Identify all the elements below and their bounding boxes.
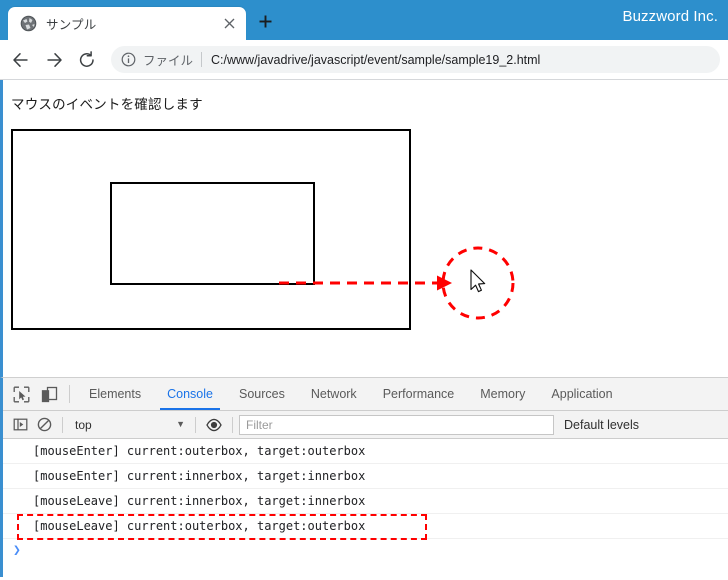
tab-strip: サンプル Buzzword Inc.	[0, 0, 728, 40]
tab-elements[interactable]: Elements	[76, 378, 154, 410]
console-message-text: [mouseLeave] current:innerbox, target:in…	[33, 494, 366, 508]
tab-label: Application	[551, 387, 613, 401]
browser-toolbar: ファイル C:/www/javadrive/javascript/event/s…	[0, 40, 728, 80]
tab-memory[interactable]: Memory	[467, 378, 538, 410]
innerbox[interactable]	[110, 182, 315, 285]
tab-performance[interactable]: Performance	[370, 378, 468, 410]
devtools-toolbar-divider	[69, 385, 70, 403]
tab-label: Sources	[238, 387, 285, 401]
brand-label: Buzzword Inc.	[622, 8, 718, 25]
console-message-row[interactable]: [mouseLeave] current:outerbox, target:ou…	[3, 514, 728, 539]
console-message-row[interactable]: [mouseEnter] current:innerbox, target:in…	[3, 464, 728, 489]
reload-icon[interactable]	[72, 45, 102, 75]
tab-label: Console	[167, 387, 213, 401]
clear-console-icon[interactable]	[32, 413, 56, 437]
console-prompt-chevron: ❯	[13, 542, 21, 558]
tab-application[interactable]: Application	[538, 378, 625, 410]
console-context-select[interactable]: top ▼	[69, 414, 189, 436]
console-message-text: [mouseEnter] current:outerbox, target:ou…	[33, 444, 366, 458]
console-output[interactable]: [mouseEnter] current:outerbox, target:ou…	[3, 439, 728, 577]
console-toolbar-divider	[62, 416, 63, 433]
console-message-row[interactable]: [mouseLeave] current:innerbox, target:in…	[3, 489, 728, 514]
page-viewport: マウスのイベントを確認します	[0, 80, 728, 377]
chevron-down-icon: ▼	[176, 419, 185, 429]
console-context-value: top	[75, 417, 92, 432]
globe-icon	[20, 15, 37, 32]
address-bar-divider	[201, 52, 203, 67]
console-sidebar-icon[interactable]	[8, 413, 32, 437]
console-filter-input[interactable]: Filter	[239, 414, 554, 435]
tab-sources[interactable]: Sources	[226, 378, 298, 410]
browser-window: サンプル Buzzword Inc. ファイル C:/www/javadrive…	[0, 0, 728, 580]
address-bar[interactable]: ファイル C:/www/javadrive/javascript/event/s…	[111, 46, 720, 73]
dashed-circle	[441, 246, 515, 320]
address-bar-url[interactable]: C:/www/javadrive/javascript/event/sample…	[211, 53, 540, 67]
forward-arrow-icon[interactable]	[39, 45, 69, 75]
tab-console[interactable]: Console	[154, 378, 226, 410]
back-arrow-icon[interactable]	[6, 45, 36, 75]
new-tab-button[interactable]	[248, 7, 282, 40]
console-toolbar-divider-3	[232, 416, 233, 433]
devtools-panel: Elements Console Sources Network Perform…	[0, 377, 728, 577]
inspect-element-icon[interactable]	[7, 378, 35, 410]
console-message-row[interactable]: [mouseEnter] current:outerbox, target:ou…	[3, 439, 728, 464]
console-message-text: [mouseEnter] current:innerbox, target:in…	[33, 469, 366, 483]
close-icon[interactable]	[218, 13, 240, 35]
tab-label: Memory	[480, 387, 526, 401]
device-toolbar-icon[interactable]	[35, 378, 63, 410]
console-toolbar: top ▼ Filter Default levels	[3, 411, 728, 439]
tab-label: Network	[310, 387, 357, 401]
console-prompt-row[interactable]: ❯	[3, 539, 728, 561]
devtools-tabbar: Elements Console Sources Network Perform…	[3, 378, 728, 411]
mouse-pointer-icon	[470, 269, 486, 293]
tab-network[interactable]: Network	[298, 378, 370, 410]
address-bar-scheme-label: ファイル	[143, 54, 194, 68]
tab-label: Performance	[382, 387, 455, 401]
console-levels-label: Default levels	[564, 417, 640, 432]
page-heading: マウスのイベントを確認します	[11, 97, 203, 112]
browser-tab-sample[interactable]: サンプル	[8, 7, 246, 40]
outerbox[interactable]	[11, 129, 411, 330]
tab-title: サンプル	[46, 18, 97, 32]
tab-label: Elements	[89, 387, 142, 401]
console-levels-select[interactable]: Default levels	[564, 418, 639, 432]
console-filter-placeholder: Filter	[246, 417, 273, 432]
live-expression-icon[interactable]	[202, 413, 226, 437]
info-circle-icon[interactable]	[121, 52, 137, 68]
console-toolbar-divider-2	[195, 416, 196, 433]
console-message-text: [mouseLeave] current:outerbox, target:ou…	[33, 519, 366, 533]
